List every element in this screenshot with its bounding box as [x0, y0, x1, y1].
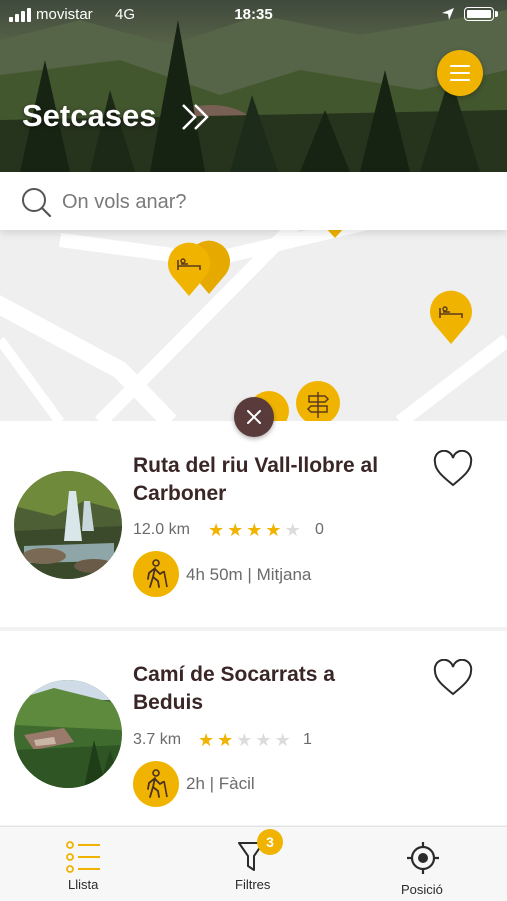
route-title[interactable]: Camí de Socarrats a Beduis [133, 661, 403, 717]
tab-list-label: Llista [68, 877, 99, 892]
route-distance: 3.7 km [133, 731, 182, 748]
menu-button[interactable] [437, 50, 483, 96]
star-icon: ★ [217, 730, 234, 750]
map-view[interactable] [0, 230, 507, 422]
village-photo [14, 680, 122, 788]
tab-list[interactable]: Llista [40, 827, 130, 901]
waterfall-photo [14, 471, 122, 579]
hiker-icon [147, 769, 168, 798]
star-icon: ★ [236, 730, 253, 750]
location-arrow-icon [442, 8, 454, 20]
search-input[interactable] [60, 185, 484, 219]
route-duration: 4h 50m | Mitjana [186, 565, 312, 584]
map-pin-lodging[interactable] [166, 240, 212, 298]
tab-position[interactable]: Posició [380, 827, 470, 901]
map-pin-signpost[interactable] [295, 380, 341, 422]
search-bar[interactable] [0, 172, 507, 230]
heart-icon[interactable] [432, 659, 474, 697]
star-icon: ★ [246, 520, 263, 540]
page-title[interactable]: Setcases [22, 98, 156, 134]
route-thumbnail[interactable] [14, 680, 122, 788]
star-icon: ★ [227, 520, 244, 540]
hiker-icon [147, 559, 168, 588]
star-icon: ★ [274, 730, 291, 750]
activity-badge [133, 551, 179, 597]
list-icon [66, 841, 100, 873]
star-icon: ★ [208, 520, 225, 540]
map-pin[interactable] [322, 230, 348, 240]
locate-icon [407, 842, 439, 874]
review-count: 0 [315, 521, 324, 538]
map-pin-lodging[interactable] [428, 288, 474, 346]
search-icon [22, 188, 52, 218]
star-rating: ★ ★ ★ ★ ★ [198, 731, 291, 749]
hamburger-icon [450, 65, 470, 67]
heart-icon[interactable] [432, 450, 474, 488]
status-bar: movistar 4G 18:35 [0, 0, 507, 30]
star-icon: ★ [284, 520, 301, 540]
battery-icon [464, 7, 498, 21]
star-icon: ★ [255, 730, 272, 750]
route-title[interactable]: Ruta del riu Vall-llobre al Carboner [133, 452, 403, 508]
tab-position-label: Posició [401, 882, 443, 897]
tab-filters[interactable]: Filtres [215, 827, 295, 901]
review-count: 1 [303, 731, 312, 748]
route-duration: 2h | Fàcil [186, 774, 255, 793]
close-button[interactable] [234, 397, 274, 437]
star-icon: ★ [198, 730, 215, 750]
tab-bar: Llista Filtres Posició [0, 826, 507, 901]
tab-filters-label: Filtres [235, 877, 271, 892]
activity-badge [133, 761, 179, 807]
star-icon: ★ [265, 520, 282, 540]
double-chevron-right-icon[interactable] [180, 102, 212, 132]
star-rating: ★ ★ ★ ★ ★ [208, 521, 301, 539]
route-distance: 12.0 km [133, 521, 190, 538]
route-thumbnail[interactable] [14, 471, 122, 579]
filter-count-badge: 3 [257, 829, 283, 855]
clock: 18:35 [234, 6, 273, 23]
close-icon [247, 410, 261, 424]
